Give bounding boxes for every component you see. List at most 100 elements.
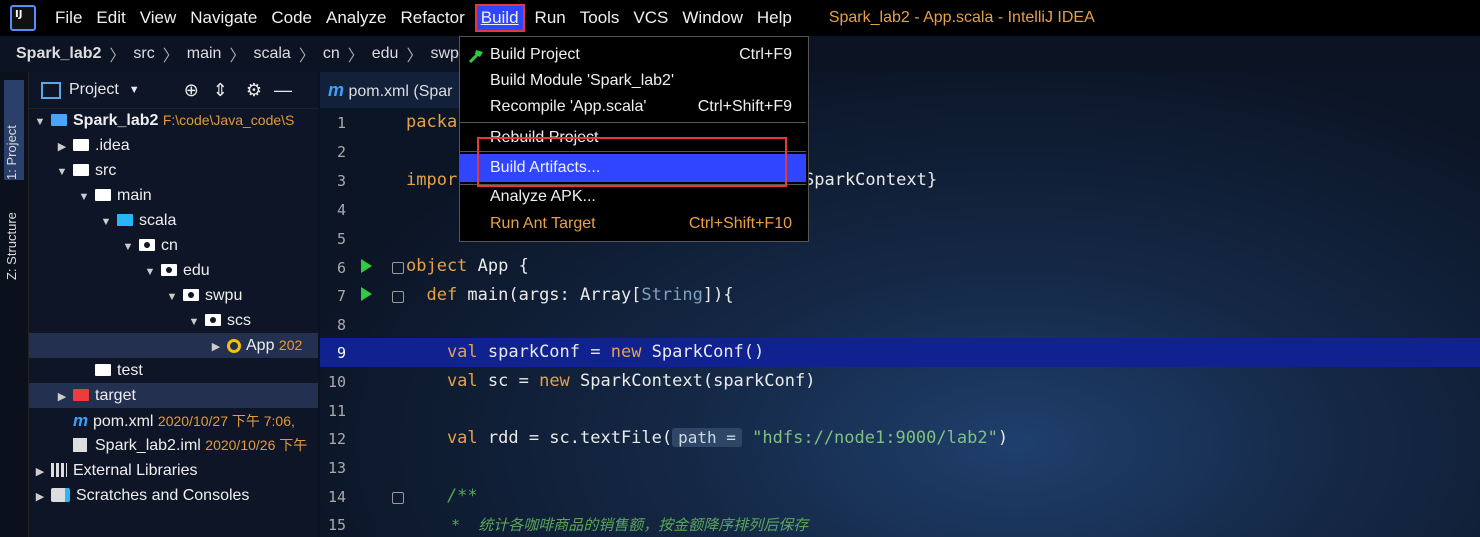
expand-arrow-icon[interactable]: ▼ (99, 210, 113, 235)
tree-item-scratches[interactable]: ▶ Scratches and Consoles (29, 483, 318, 508)
menu-help[interactable]: Help (750, 4, 799, 32)
expand-arrow-icon[interactable]: ▼ (187, 310, 201, 335)
tree-item-scs[interactable]: ▼ scs (29, 308, 318, 333)
collapse-all-icon[interactable]: ⇕ (213, 80, 228, 101)
tree-item-label: Spark_lab2 (73, 112, 159, 129)
project-view-label[interactable]: Project (69, 81, 119, 99)
tree-item-label: edu (183, 262, 210, 279)
gear-icon[interactable]: ⚙ (246, 80, 262, 101)
menu-item-build-module[interactable]: Build Module 'Spark_lab2' (460, 68, 806, 94)
menu-item-recompile[interactable]: Recompile 'App.scala' Ctrl+Shift+F9 (460, 94, 806, 120)
crumb-edu[interactable]: edu (368, 45, 403, 63)
locate-icon[interactable]: ⊕ (184, 80, 199, 101)
menu-build[interactable]: Build (474, 4, 525, 32)
run-gutter-icon[interactable] (361, 287, 372, 301)
tree-item-external-libraries[interactable]: ▶ External Libraries (29, 458, 318, 483)
tree-item-label: Spark_lab2.iml (95, 437, 201, 454)
tree-item-label: cn (161, 237, 178, 254)
menu-vcs[interactable]: VCS (626, 4, 675, 32)
menu-code[interactable]: Code (264, 4, 319, 32)
run-gutter-icon[interactable] (361, 259, 372, 273)
project-panel: Project ▼ ⊕ ⇕ ⚙ — ▼ Spark_lab2 F:\code\Ja… (29, 72, 318, 537)
tree-item-src[interactable]: ▼ src (29, 158, 318, 183)
menu-bar: IJ File Edit View Navigate Code Analyze … (0, 0, 1480, 36)
window-title: Spark_lab2 - App.scala - IntelliJ IDEA (828, 9, 1095, 26)
tree-item-swpu[interactable]: ▼ swpu (29, 283, 318, 308)
tree-item-edu[interactable]: ▼ edu (29, 258, 318, 283)
tree-item-label: scs (227, 312, 251, 329)
maven-icon: m (328, 80, 345, 100)
code-line-10: val sc = new SparkContext(sparkConf) (406, 371, 816, 391)
line-number: 6 (336, 259, 346, 277)
chevron-right-icon: 〉 (347, 48, 364, 65)
expand-arrow-icon[interactable]: ▼ (77, 185, 91, 210)
expand-arrow-icon[interactable]: ▶ (55, 385, 69, 410)
fold-icon[interactable] (392, 492, 404, 504)
chevron-right-icon: 〉 (109, 48, 126, 65)
menu-file[interactable]: File (48, 4, 89, 32)
menu-window[interactable]: Window (675, 4, 749, 32)
editor-tab-pom[interactable]: m pom.xml (Spar (320, 72, 478, 108)
tree-item-scala[interactable]: ▼ scala (29, 208, 318, 233)
chevron-right-icon: 〉 (298, 48, 315, 65)
project-tool-tab[interactable]: 1: Project (4, 80, 24, 180)
menu-edit[interactable]: Edit (89, 4, 132, 32)
expand-arrow-icon[interactable]: ▼ (33, 110, 47, 135)
crumb-src[interactable]: src (129, 45, 158, 63)
crumb-project[interactable]: Spark_lab2 (0, 45, 105, 63)
menu-tools[interactable]: Tools (573, 4, 627, 32)
tree-item-main[interactable]: ▼ main (29, 183, 318, 208)
code-line-14: /** (406, 486, 478, 506)
menu-run[interactable]: Run (528, 4, 573, 32)
tree-item-cn[interactable]: ▼ cn (29, 233, 318, 258)
line-number: 11 (327, 402, 346, 420)
code-line-6: object App { (406, 256, 529, 276)
tree-item-label: main (117, 187, 152, 204)
tree-item-label: .idea (95, 137, 130, 154)
menu-item-run-ant-target[interactable]: Run Ant Target Ctrl+Shift+F10 (460, 211, 806, 237)
expand-arrow-icon[interactable]: ▶ (33, 485, 47, 510)
tree-item-pom-xml[interactable]: m pom.xml 2020/10/27 下午 7:06, (29, 408, 318, 433)
module-folder-icon (51, 114, 67, 126)
project-toolbar: Project ▼ ⊕ ⇕ ⚙ — (29, 72, 318, 109)
folder-icon (73, 164, 89, 176)
menu-refactor[interactable]: Refactor (393, 4, 471, 32)
expand-arrow-icon[interactable]: ▼ (143, 260, 157, 285)
chevron-down-icon[interactable]: ▼ (129, 84, 140, 96)
tree-item-test[interactable]: test (29, 358, 318, 383)
menu-item-build-project[interactable]: Build Project Ctrl+F9 (460, 42, 806, 68)
menu-navigate[interactable]: Navigate (183, 4, 264, 32)
menu-item-analyze-apk[interactable]: Analyze APK... (460, 184, 806, 210)
tree-item-spark-lab2-iml[interactable]: Spark_lab2.iml 2020/10/26 下午 (29, 433, 318, 458)
line-number: 15 (327, 516, 346, 534)
line-number: 2 (336, 143, 346, 161)
crumb-main[interactable]: main (183, 45, 226, 63)
code-line-15: * 统计各咖啡商品的销售额，按金额降序排列后保存 (406, 516, 809, 534)
tree-item-label: pom.xml (93, 413, 154, 430)
tree-item-app[interactable]: ▶ App 202 (29, 333, 318, 358)
crumb-scala[interactable]: scala (249, 45, 294, 63)
structure-tool-tab[interactable]: Z: Structure (4, 190, 24, 280)
expand-arrow-icon[interactable]: ▶ (55, 135, 69, 160)
package-icon (205, 314, 221, 326)
tree-item-target[interactable]: ▶ target (29, 383, 318, 408)
tree-item-label: External Libraries (73, 462, 198, 479)
menu-view[interactable]: View (133, 4, 184, 32)
expand-arrow-icon[interactable]: ▶ (33, 460, 47, 485)
crumb-cn[interactable]: cn (319, 45, 344, 63)
tree-item-date: 202 (278, 337, 303, 353)
scratches-icon (51, 488, 70, 502)
expand-arrow-icon[interactable]: ▼ (55, 160, 69, 185)
tree-item-label: scala (139, 212, 177, 229)
line-number: 3 (336, 172, 346, 190)
tree-item-spark-lab2[interactable]: ▼ Spark_lab2 F:\code\Java_code\S (29, 108, 318, 133)
fold-icon[interactable] (392, 291, 404, 303)
expand-arrow-icon[interactable]: ▼ (121, 235, 135, 260)
menu-analyze[interactable]: Analyze (319, 4, 393, 32)
tree-item-idea[interactable]: ▶ .idea (29, 133, 318, 158)
fold-icon[interactable] (392, 262, 404, 274)
expand-arrow-icon[interactable]: ▼ (165, 285, 179, 310)
line-number: 8 (336, 316, 346, 334)
expand-arrow-icon[interactable]: ▶ (209, 335, 223, 360)
minimize-icon[interactable]: — (274, 80, 292, 101)
